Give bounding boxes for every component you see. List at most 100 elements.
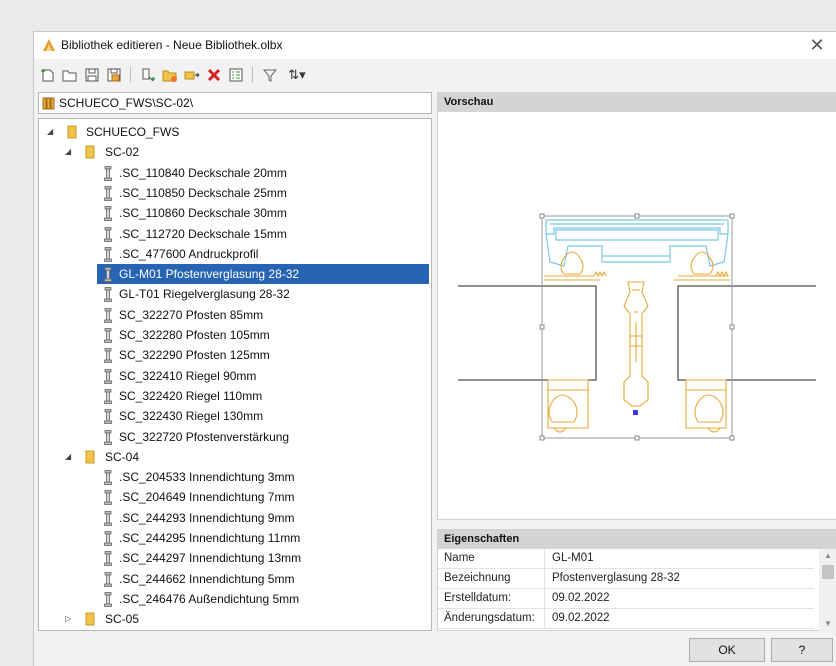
tree-item-profile[interactable]: .SC_246476 Außendichtung 5mm [39,589,431,609]
toolbar: ⇅▾ [38,64,398,88]
tree-item-profile[interactable]: .SC_244297 Innendichtung 13mm [39,548,431,568]
delete-button[interactable] [204,64,224,86]
properties-panel: Eigenschaften Name GL-M01 Bezeichnung Pf… [437,529,836,631]
tree-item-label: SCHUECO_FWS [86,125,180,139]
property-value[interactable]: GL-M01 [552,552,594,564]
tree-item-label: .SC_112720 Deckschale 15mm [119,226,287,241]
property-row: Erstelldatum: 09.02.2022 [438,589,814,609]
tree-item-profile[interactable]: .SC_204533 Innendichtung 3mm [39,467,431,487]
profile-icon [103,571,113,590]
path-field[interactable]: SCHUECO_FWS\SC-02\ [38,92,432,114]
folder-icon [67,125,77,142]
open-button[interactable] [60,64,80,86]
property-name: Bezeichnung [444,572,511,584]
rename-button[interactable] [182,64,202,86]
tree-item-label: GL-T01 Riegelverglasung 28-32 [119,287,290,302]
sort-button[interactable]: ⇅▾ [282,64,312,86]
profile-icon [103,165,113,184]
filter-icon [262,69,278,82]
close-button[interactable]: ✕ [806,34,828,56]
tree-item-profile[interactable]: GL-M01 Pfostenverglasung 28-32 [39,264,431,285]
new-button[interactable] [38,64,58,86]
tree-item-profile[interactable]: .SC_204649 Innendichtung 7mm [39,487,431,507]
tree-item-label: SC_322410 Riegel 90mm [119,368,257,383]
collapse-arrow-icon[interactable]: ◢ [65,452,75,462]
tree-item-label: .SC_246476 Außendichtung 5mm [119,591,300,606]
profile-icon [103,267,113,285]
profile-icon [103,429,113,448]
tree-item-profile[interactable]: .SC_110860 Deckschale 30mm [39,203,431,223]
tree-item-profile[interactable]: GL-T01 Riegelverglasung 28-32 [39,284,431,304]
tree-root-folder[interactable]: ◢ SCHUECO_FWS [39,122,431,142]
property-value[interactable]: 09.02.2022 [552,612,610,624]
tree-item-profile[interactable]: .SC_477600 Andruckprofil [39,244,431,264]
property-name: Name [444,552,475,564]
tree-item-label: .SC_204533 Innendichtung 3mm [119,470,295,485]
tree-item-label: .SC_110840 Deckschale 20mm [119,165,287,180]
preview-header: Vorschau [438,93,836,112]
tree-item-profile[interactable]: SC_322430 Riegel 130mm [39,406,431,426]
tree-item-profile[interactable]: SC_322420 Riegel 110mm [39,386,431,406]
tree-item-label: .SC_244293 Innendichtung 9mm [119,510,295,525]
tree-item-profile[interactable]: .SC_244662 Innendichtung 5mm [39,569,431,589]
tree-folder[interactable]: ▷ SC-05 [39,609,431,629]
library-icon [42,97,55,110]
profile-icon [103,531,113,549]
tree-item-profile[interactable]: SC_322410 Riegel 90mm [39,366,431,386]
property-value[interactable]: 09.02.2022 [552,592,610,604]
tree-item-label: SC_322280 Pfosten 105mm [119,328,270,342]
properties-button[interactable] [226,64,246,86]
library-tree[interactable]: ◢ SCHUECO_FWS ◢ SC-02 .SC_110840 Deckschale … [38,118,432,631]
profile-icon [103,470,113,488]
tree-item-profile[interactable]: SC_322290 Pfosten 125mm [39,345,431,365]
new-icon [41,69,54,82]
tree-folder[interactable]: ◢ SC-04 [39,447,431,467]
open-folder-icon [62,70,77,82]
window-title: Bibliothek editieren - Neue Bibliothek.o… [61,38,283,52]
property-row: Bezeichnung Pfostenverglasung 28-32 [438,569,814,589]
tree-folder[interactable]: ◢ SC-02 [39,142,431,162]
tree-item-label: .SC_477600 Andruckprofil [119,246,259,261]
tree-item-profile[interactable]: .SC_110840 Deckschale 20mm [39,163,431,183]
tree-item-profile[interactable]: .SC_110850 Deckschale 25mm [39,183,431,203]
add-folder-button[interactable] [160,64,180,86]
scroll-up-icon[interactable]: ▲ [819,549,836,563]
rename-icon [184,71,200,80]
properties-scrollbar[interactable]: ▲ ▼ [819,549,836,631]
library-edit-dialog: Bibliothek editieren - Neue Bibliothek.o… [33,31,836,666]
tree-item-profile[interactable]: SC_322280 Pfosten 105mm [39,325,431,345]
save-as-icon [107,68,121,82]
collapse-arrow-icon[interactable]: ◢ [65,147,75,157]
expand-arrow-icon[interactable]: ▷ [65,614,75,624]
app-triangle-icon [43,39,55,51]
save-button[interactable] [82,64,102,86]
property-value[interactable]: Pfostenverglasung 28-32 [552,572,680,584]
add-profile-button[interactable] [138,64,158,86]
sort-icon: ⇅▾ [288,67,306,82]
close-icon: ✕ [809,35,825,55]
profile-icon [103,490,113,508]
collapse-arrow-icon[interactable]: ◢ [47,127,57,137]
tree-item-label: SC-05 [105,612,140,627]
property-row: Änderungsdatum: 09.02.2022 [438,609,814,629]
profile-icon [103,206,113,224]
save-as-button[interactable] [104,64,124,86]
profile-preview-drawing [458,213,816,441]
tree-item-profile[interactable]: .SC_112720 Deckschale 15mm [39,224,431,244]
scroll-thumb[interactable] [822,565,834,579]
add-folder-icon [162,70,177,82]
tree-item-label: .SC_110850 Deckschale 25mm [119,185,287,200]
tree-item-profile[interactable]: SC_322720 Pfostenverstärkung [39,427,431,447]
properties-icon [229,68,243,82]
tree-item-profile[interactable]: .SC_244295 Innendichtung 11mm [39,528,431,548]
property-name: Änderungsdatum: [444,612,535,624]
tree-item-profile[interactable]: SC_322270 Pfosten 85mm [39,305,431,325]
filter-button[interactable] [260,64,280,86]
tree-item-profile[interactable]: .SC_244293 Innendichtung 9mm [39,508,431,528]
scroll-down-icon[interactable]: ▼ [819,617,836,631]
help-button[interactable]: ? [771,638,833,662]
tree-item-label: .SC_204649 Innendichtung 7mm [119,490,295,505]
tree-item-label: SC-04 [105,449,140,464]
ok-button[interactable]: OK [689,638,765,662]
profile-icon [103,551,113,569]
